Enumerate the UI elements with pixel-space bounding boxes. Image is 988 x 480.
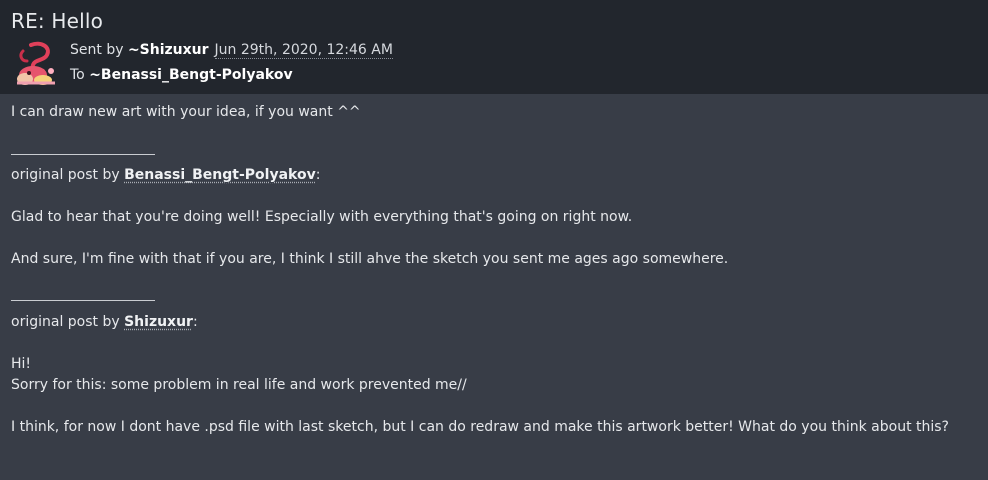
quote-attribution: original post by Benassi_Bengt-Polyakov: [11, 165, 320, 186]
quoted-user-link[interactable]: Shizuxur [124, 314, 193, 330]
recipient-line: To ~Benassi_Bengt-Polyakov [70, 67, 293, 83]
quoted-user-link[interactable]: Benassi_Bengt-Polyakov [124, 167, 316, 183]
quote-attribution-suffix: : [315, 167, 321, 183]
quote-divider [11, 300, 155, 301]
message-header: RE: Hello Sent by ~Shizuxur Jun 29th, 202… [0, 0, 988, 94]
message-subject: RE: Hello [11, 9, 104, 33]
sent-by-line: Sent by ~Shizuxur Jun 29th, 2020, 12:46 A… [70, 42, 393, 59]
reply-text: I can draw new art with your idea, if yo… [11, 104, 361, 120]
quoted-text: And sure, I'm fine with that if you are,… [11, 251, 729, 267]
quoted-text: Hi! [11, 356, 32, 372]
quoted-text: I think, for now I dont have .psd file w… [11, 419, 949, 435]
sent-by-prefix: Sent by [70, 42, 128, 58]
quote-attribution: original post by Shizuxur: [11, 312, 198, 333]
sender-avatar[interactable] [11, 41, 61, 87]
quote-attribution-suffix: : [192, 314, 198, 330]
quote-divider [11, 154, 155, 155]
recipient-link[interactable]: ~Benassi_Bengt-Polyakov [89, 67, 292, 83]
quote-attribution-prefix: original post by [11, 314, 125, 330]
message-date: Jun 29th, 2020, 12:46 AM [214, 42, 393, 59]
to-prefix: To [70, 67, 90, 83]
sender-link[interactable]: ~Shizuxur [128, 42, 209, 58]
quote-attribution-prefix: original post by [11, 167, 125, 183]
quoted-text: Glad to hear that you're doing well! Esp… [11, 209, 633, 225]
quoted-text: Sorry for this: some problem in real lif… [11, 377, 467, 393]
